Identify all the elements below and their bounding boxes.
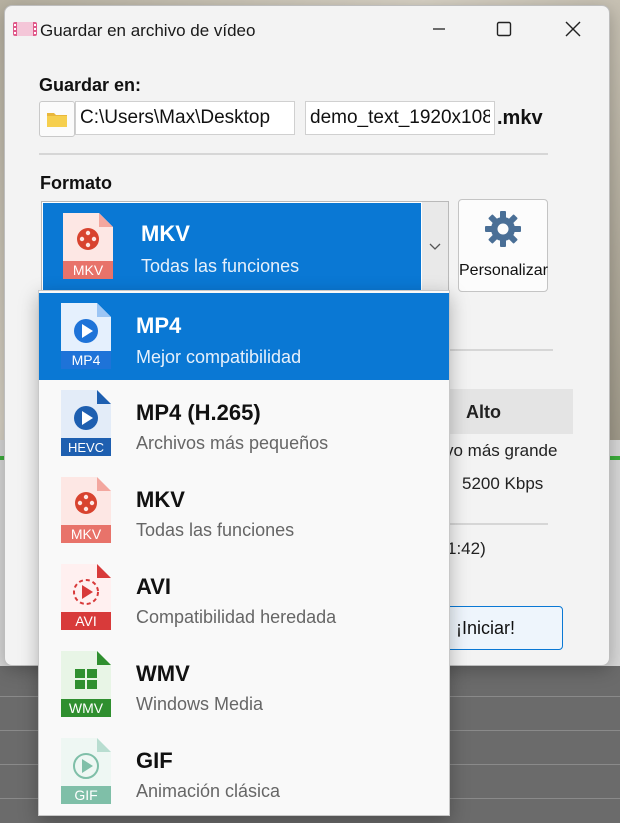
maximize-icon bbox=[496, 21, 512, 37]
format-option-gif[interactable]: GIF GIF Animación clásica bbox=[39, 728, 449, 815]
mp4-file-icon: MP4 bbox=[61, 303, 111, 369]
format-option-mp4-h265[interactable]: HEVC MP4 (H.265) Archivos más pequeños bbox=[39, 380, 449, 467]
svg-text:MKV: MKV bbox=[71, 526, 102, 542]
svg-text:HEVC: HEVC bbox=[68, 440, 104, 455]
format-option-avi[interactable]: AVI AVI Compatibilidad heredada bbox=[39, 554, 449, 641]
dialog-title: Guardar en archivo de vídeo bbox=[40, 21, 256, 40]
format-select[interactable]: MKV MKV Todas las funciones bbox=[41, 201, 449, 293]
format-name: MP4 bbox=[136, 313, 182, 338]
close-button[interactable] bbox=[550, 6, 596, 52]
format-desc: Windows Media bbox=[136, 694, 264, 714]
svg-text:MP4: MP4 bbox=[72, 352, 101, 368]
format-desc: Animación clásica bbox=[136, 781, 281, 801]
selected-format-desc: Todas las funciones bbox=[141, 256, 300, 276]
svg-text:AVI: AVI bbox=[75, 613, 97, 629]
bitrate-value: 5200 Kbps bbox=[462, 474, 544, 493]
separator bbox=[445, 523, 548, 525]
format-desc: Compatibilidad heredada bbox=[136, 607, 337, 627]
minimize-icon bbox=[433, 28, 445, 30]
selected-format-name: MKV bbox=[141, 221, 190, 246]
chevron-down-icon bbox=[429, 243, 441, 250]
title-bar: Guardar en archivo de vídeo bbox=[5, 6, 609, 52]
wmv-file-icon: WMV bbox=[61, 651, 111, 717]
format-name: MKV bbox=[136, 487, 185, 512]
hevc-file-icon: HEVC bbox=[61, 390, 111, 456]
minimize-button[interactable] bbox=[416, 6, 462, 52]
gear-icon bbox=[485, 211, 521, 247]
customize-button[interactable]: Personalizar bbox=[458, 199, 548, 292]
save-path-field[interactable] bbox=[75, 101, 295, 135]
mkv-file-icon: MKV bbox=[61, 477, 111, 543]
save-in-label: Guardar en: bbox=[39, 75, 142, 95]
dropdown-arrow[interactable] bbox=[422, 202, 448, 292]
file-extension: .mkv bbox=[497, 107, 543, 129]
format-selected-value: MKV MKV Todas las funciones bbox=[43, 203, 421, 291]
format-name: WMV bbox=[136, 661, 190, 686]
format-option-mkv[interactable]: MKV MKV Todas las funciones bbox=[39, 467, 449, 554]
maximize-button[interactable] bbox=[481, 6, 527, 52]
separator bbox=[39, 153, 548, 155]
filename-field[interactable] bbox=[305, 101, 495, 135]
customize-label: Personalizar bbox=[459, 262, 548, 279]
format-name: AVI bbox=[136, 574, 172, 599]
format-option-wmv[interactable]: WMV WMV Windows Media bbox=[39, 641, 449, 728]
format-desc: Archivos más pequeños bbox=[136, 433, 329, 453]
avi-file-icon: AVI bbox=[61, 564, 111, 630]
quality-option-high[interactable]: Alto bbox=[440, 389, 573, 434]
film-app-icon bbox=[13, 22, 37, 36]
mkv-file-icon: MKV bbox=[63, 213, 113, 279]
separator bbox=[445, 349, 553, 351]
browse-folder-button[interactable] bbox=[39, 101, 75, 137]
svg-text:MKV: MKV bbox=[73, 262, 104, 278]
close-icon bbox=[565, 21, 581, 37]
folder-icon bbox=[47, 113, 67, 127]
format-option-mp4[interactable]: MP4 MP4 Mejor compatibilidad bbox=[39, 293, 449, 380]
quality-high-label: Alto bbox=[466, 402, 501, 422]
format-dropdown-list: MP4 MP4 Mejor compatibilidad HEVC MP4 (H… bbox=[38, 290, 450, 816]
format-desc: Todas las funciones bbox=[136, 520, 295, 540]
gif-file-icon: GIF bbox=[61, 738, 111, 804]
quality-desc: vo más grande bbox=[445, 441, 558, 460]
svg-text:WMV: WMV bbox=[69, 700, 104, 716]
svg-text:GIF: GIF bbox=[74, 787, 97, 803]
format-label: Formato bbox=[40, 173, 112, 193]
start-label: ¡Iniciar! bbox=[456, 618, 516, 638]
duration-value: 1:42) bbox=[447, 539, 486, 558]
format-name: MP4 (H.265) bbox=[136, 400, 261, 425]
format-name: GIF bbox=[136, 748, 173, 773]
format-desc: Mejor compatibilidad bbox=[136, 347, 302, 367]
